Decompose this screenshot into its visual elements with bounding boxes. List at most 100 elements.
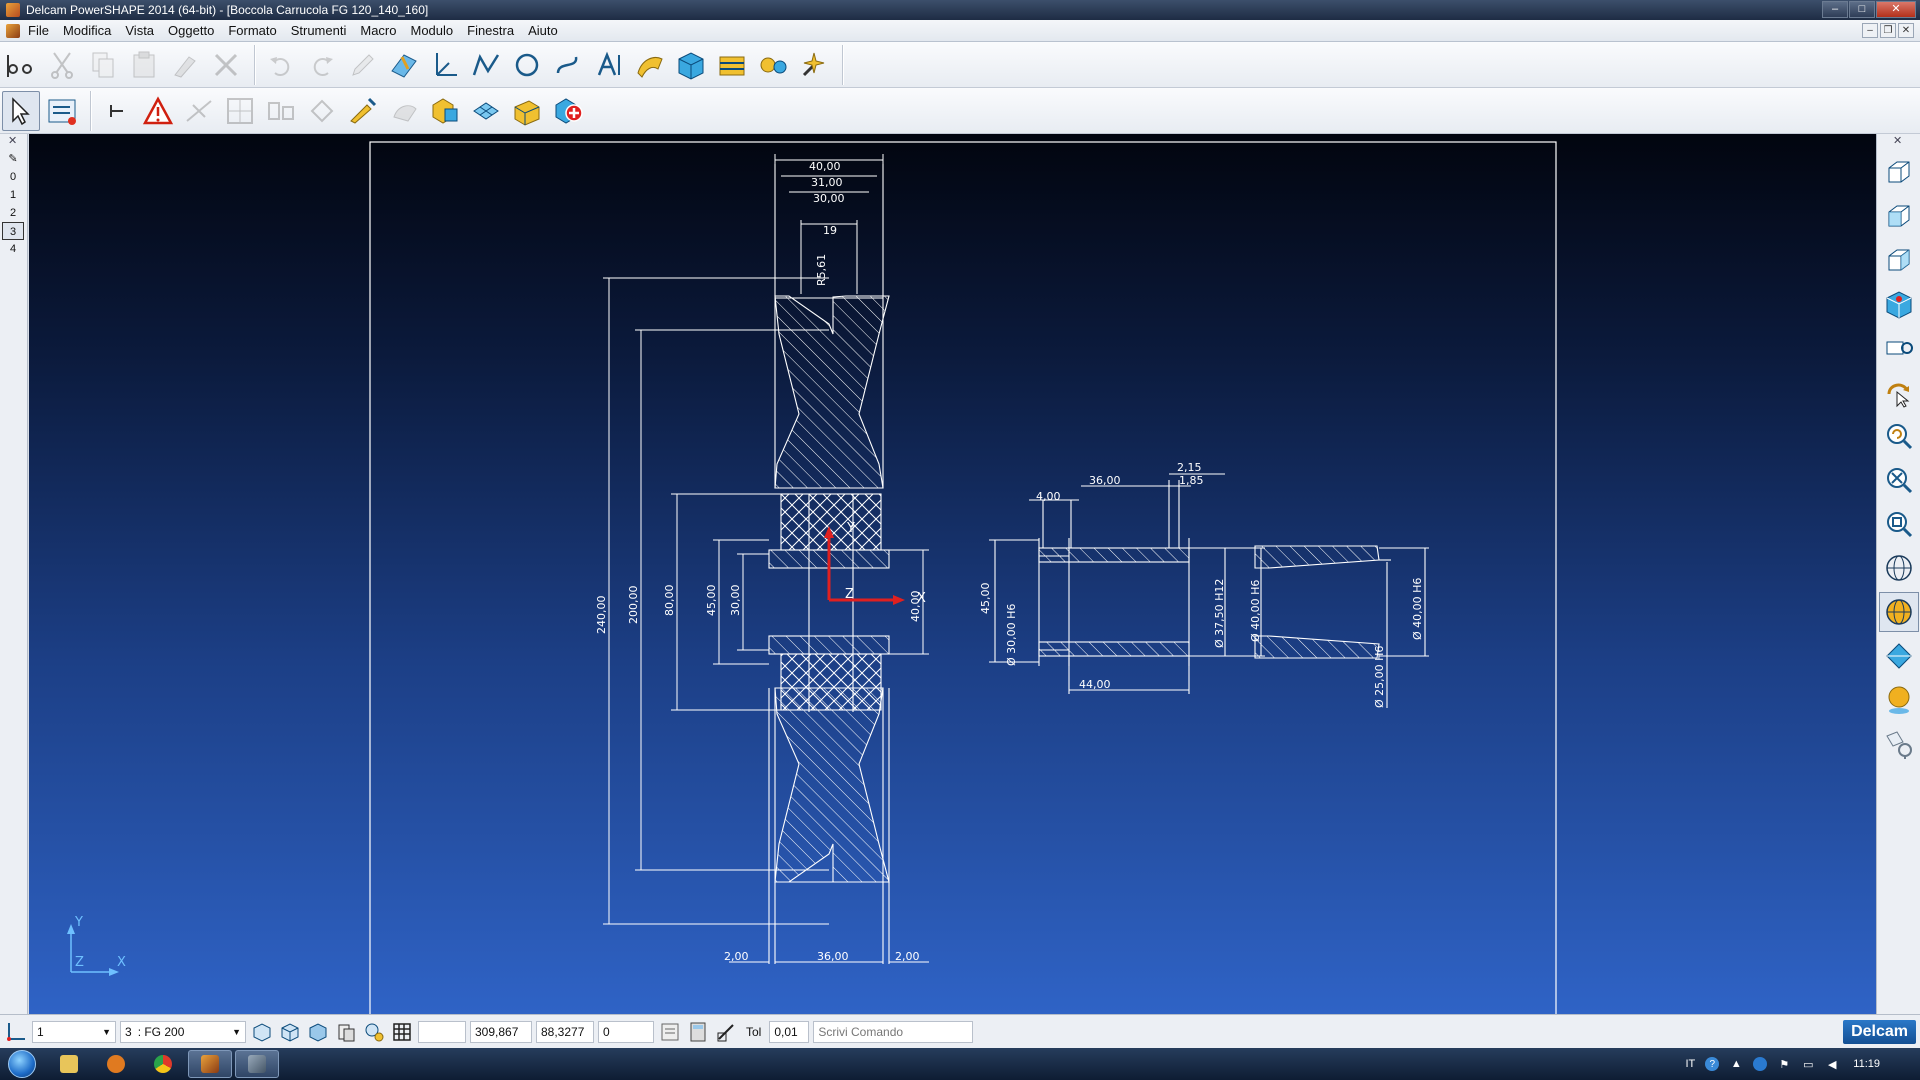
workplane-select[interactable]: 1 ▼ [32,1020,116,1043]
command-input[interactable]: Scrivi Comando [813,1020,974,1043]
anchor-button[interactable] [98,91,136,131]
redo-button[interactable] [303,45,341,85]
mesh-button[interactable] [467,91,505,131]
rotate-view-button[interactable] [1879,372,1919,412]
tol-field[interactable]: 0,01 [769,1020,810,1043]
menu-modulo[interactable]: Modulo [410,23,453,38]
undo-button[interactable] [262,45,300,85]
language-indicator[interactable]: IT [1686,1058,1696,1070]
taskbar-app[interactable] [235,1050,279,1078]
clock[interactable]: 11:19 [1853,1058,1880,1070]
table-button[interactable] [221,91,259,131]
grid-button[interactable] [262,91,300,131]
calculator-icon[interactable] [686,1020,710,1044]
point-button[interactable] [426,45,464,85]
zoom-view-button[interactable] [1879,416,1919,456]
transform-button[interactable] [303,91,341,131]
view-camera-button[interactable] [1879,328,1919,368]
shaded-button[interactable] [1878,592,1919,632]
grid-toggle-icon[interactable] [390,1020,414,1044]
filter-cube2-icon[interactable] [278,1020,302,1044]
format-painter-button[interactable] [166,45,204,85]
curve-button[interactable] [549,45,587,85]
level-item[interactable]: 1 [2,186,24,204]
graphics-viewport[interactable]: 40,00 31,00 30,00 19 R5,61 240,00 200,00… [29,134,1876,1014]
volume-icon[interactable]: ◀ [1825,1057,1839,1071]
network-icon[interactable]: ▭ [1801,1057,1815,1071]
material-button[interactable] [1879,680,1919,720]
assembly-button[interactable] [754,45,792,85]
help-icon[interactable]: ? [1705,1057,1720,1071]
tray-app-icon[interactable] [1753,1057,1768,1071]
snap-settings-icon[interactable] [362,1020,386,1044]
text-button[interactable] [590,45,628,85]
coordinate-mode-icon[interactable] [658,1020,682,1044]
solid-button[interactable] [672,45,710,85]
taskbar-media[interactable] [94,1050,138,1078]
warning-button[interactable] [139,91,177,131]
view-iso3-button[interactable] [1879,240,1919,280]
zoom-all-button[interactable] [1879,460,1919,500]
sketch-button[interactable] [344,91,382,131]
tray-expand-icon[interactable]: ▲ [1729,1057,1743,1071]
document-icon[interactable] [6,23,20,38]
copy-button[interactable] [84,45,122,85]
drawing-button[interactable] [713,45,751,85]
add-button[interactable] [549,91,587,131]
filter-cube-icon[interactable] [250,1020,274,1044]
solid-feature-button[interactable] [426,91,464,131]
tolerance-icon[interactable] [714,1020,738,1044]
render-button[interactable] [508,91,546,131]
dimension-button[interactable] [180,91,218,131]
level-select[interactable]: 3: FG 200 ▼ [120,1020,246,1043]
close-panel-icon[interactable]: ✕ [1877,134,1920,150]
taskbar-powershape[interactable] [188,1050,232,1078]
level-item[interactable]: 0 [2,168,24,186]
menu-aiuto[interactable]: Aiuto [528,23,558,38]
menu-formato[interactable]: Formato [228,23,276,38]
close-panel-icon[interactable]: ✕ [0,134,27,150]
menu-macro[interactable]: Macro [360,23,396,38]
doc-close-icon[interactable]: ✕ [1898,23,1914,38]
zoom-box-button[interactable] [1879,504,1919,544]
taskbar-chrome[interactable] [141,1050,185,1078]
workplane-button[interactable] [385,45,423,85]
quick-select-button[interactable] [43,91,81,131]
minimize-icon[interactable]: – [1822,1,1848,18]
line-button[interactable] [467,45,505,85]
menu-oggetto[interactable]: Oggetto [168,23,214,38]
view-iso2-button[interactable] [1879,196,1919,236]
menu-finestra[interactable]: Finestra [467,23,514,38]
taskbar-explorer[interactable] [47,1050,91,1078]
menu-file[interactable]: File [28,23,49,38]
maximize-icon[interactable]: □ [1849,1,1875,18]
tool-button[interactable] [385,91,423,131]
menu-modifica[interactable]: Modifica [63,23,111,38]
level-item[interactable]: 2 [2,204,24,222]
close-icon[interactable]: ✕ [1876,1,1916,18]
paste-button[interactable] [125,45,163,85]
menu-vista[interactable]: Vista [125,23,154,38]
flag-icon[interactable]: ⚑ [1777,1057,1791,1071]
view-iso1-button[interactable] [1879,152,1919,192]
planes-button[interactable] [1879,636,1919,676]
doc-restore-icon[interactable]: ❐ [1880,23,1896,38]
level-item[interactable]: 4 [2,240,24,258]
select-button[interactable] [2,90,40,131]
lights-button[interactable] [1879,724,1919,764]
electrode-button[interactable] [795,45,833,85]
level-item-selected[interactable]: 3 [2,222,24,240]
delete-button[interactable] [207,45,245,85]
start-button[interactable] [0,1048,44,1080]
level-edit-icon[interactable]: ✎ [2,150,24,168]
surface-button[interactable] [631,45,669,85]
arc-button[interactable] [508,45,546,85]
grid-value-field[interactable] [418,1020,466,1043]
cut-button[interactable] [43,45,81,85]
view-cube-button[interactable] [1879,284,1919,324]
wireframe-button[interactable] [1879,548,1919,588]
edit-pencil-button[interactable] [344,45,382,85]
workplane-status-icon[interactable] [4,1020,28,1044]
menu-strumenti[interactable]: Strumenti [291,23,347,38]
stack-icon[interactable] [334,1020,358,1044]
